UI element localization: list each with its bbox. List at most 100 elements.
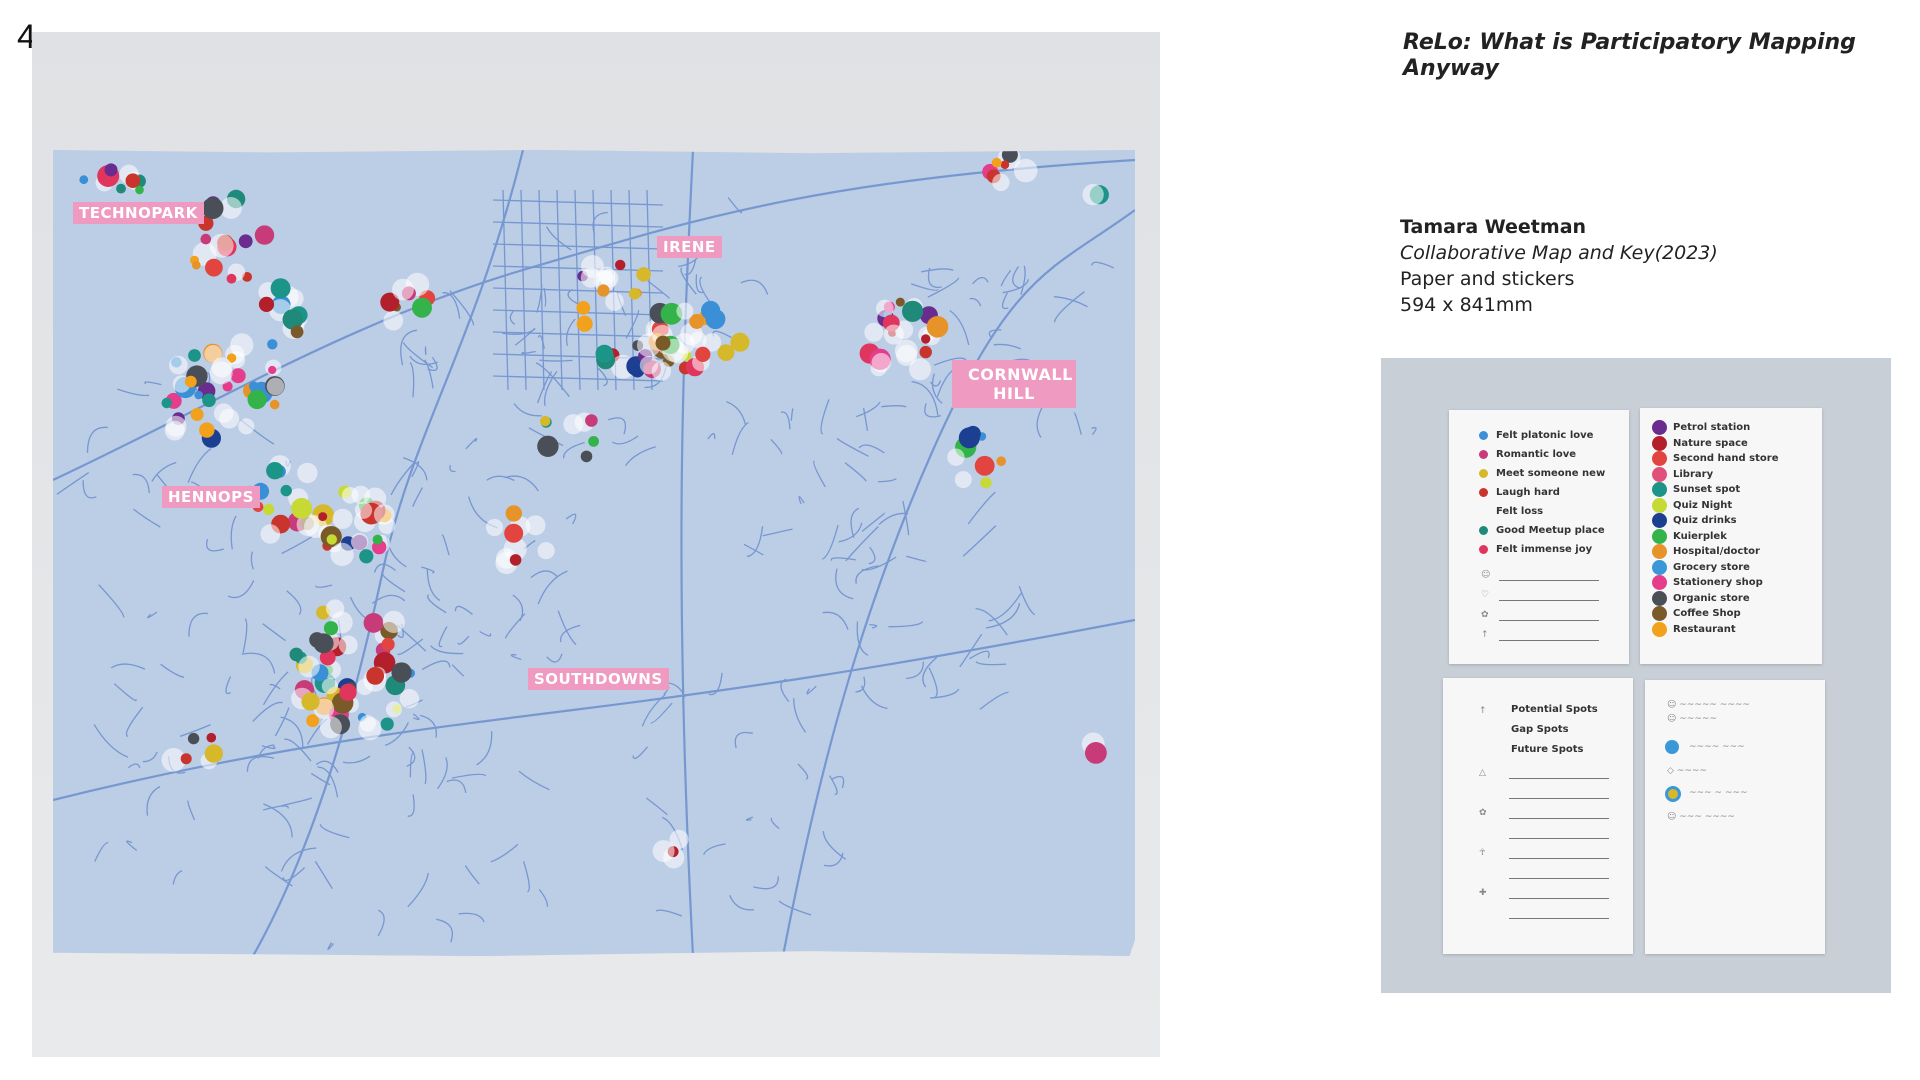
key-item: Library — [1652, 466, 1713, 482]
map-sticker — [695, 346, 711, 362]
map-sticker — [381, 637, 395, 651]
key-sheet-handwritten: ☺ ~~~~~ ~~~~ ☺ ~~~~~ ~~~~ ~~~ ◇ ~~~~ ~~~… — [1645, 680, 1825, 954]
map-sticker — [585, 414, 598, 427]
handwritten-key-ring — [1665, 786, 1681, 802]
map-photo: TECHNOPARK IRENE HENNOPS SOUTHDOWNS CORN… — [32, 32, 1160, 1057]
map-sticker — [298, 655, 320, 678]
map-sticker — [921, 334, 931, 344]
key-sheet-places: Petrol station Nature space Second hand st… — [1640, 408, 1822, 664]
key-item: Stationery shop — [1652, 575, 1763, 590]
map-sticker — [165, 415, 187, 437]
key-item-label: Felt immense joy — [1496, 544, 1593, 555]
map-sticker — [412, 297, 432, 318]
map-sticker — [717, 344, 735, 361]
map-sticker — [325, 599, 345, 618]
map-sticker — [576, 301, 591, 315]
key-sheet-spots: Potential Spots Gap Spots Future Spots ↑ △… — [1443, 678, 1633, 954]
key-item-label: Organic store — [1673, 592, 1750, 604]
map-sticker — [249, 381, 259, 391]
key-item-label: Stationery shop — [1673, 577, 1763, 588]
map-sticker — [372, 534, 383, 545]
map-sticker — [504, 523, 524, 543]
map-sticker — [537, 435, 559, 457]
map-sticker — [268, 365, 277, 375]
map-sticker — [263, 503, 275, 515]
map-sticker — [486, 518, 504, 537]
key-color-dot — [1479, 431, 1488, 440]
map-sticker — [301, 692, 320, 711]
key-item: Restaurant — [1652, 621, 1736, 637]
map-sticker — [1000, 160, 1010, 169]
key-color-dot — [1652, 606, 1667, 621]
map-sticker — [505, 505, 522, 522]
key-color-dot — [1479, 526, 1488, 535]
key-item: Coffee Shop — [1652, 606, 1741, 621]
map-sticker — [247, 389, 267, 410]
document-title: ReLo: What is Participatory Mapping Anyw… — [1403, 30, 1856, 81]
map-sticker — [260, 524, 281, 544]
key-item: Sunset spot — [1652, 482, 1740, 497]
key-color-dot — [1652, 420, 1667, 435]
key-color-dot — [1652, 528, 1667, 544]
map-sticker — [323, 621, 339, 636]
map-sticker — [266, 377, 285, 396]
key-item-label: Coffee Shop — [1673, 608, 1741, 619]
map-sticker — [202, 393, 216, 408]
key-color-dot — [1652, 466, 1667, 482]
key-item: Felt immense joy — [1479, 544, 1592, 555]
key-item-label: Laugh hard — [1496, 487, 1560, 498]
spots-label: Potential Spots — [1511, 704, 1598, 715]
map-sticker — [116, 183, 126, 194]
key-item: Felt loss — [1479, 506, 1543, 517]
map-sticker — [238, 418, 255, 435]
artwork-dimensions: 594 x 841mm — [1400, 294, 1533, 316]
spots-label: Future Spots — [1511, 744, 1584, 755]
spots-label: Gap Spots — [1511, 724, 1569, 735]
map-sticker — [192, 260, 201, 270]
key-sheet-emotions: Felt platonic love Romantic love Meet some… — [1449, 410, 1629, 664]
map-sticker — [628, 288, 641, 300]
map-sticker — [1085, 742, 1107, 764]
map-sticker — [974, 455, 995, 476]
map-sticker — [180, 753, 192, 765]
map-sticker — [902, 300, 924, 322]
key-photo: Felt platonic love Romantic love Meet some… — [1381, 358, 1891, 993]
key-color-dot — [1652, 575, 1667, 590]
key-item-label: Felt loss — [1496, 506, 1544, 517]
map-sticker — [219, 408, 240, 429]
key-color-dot — [1479, 507, 1488, 516]
key-item-label: Nature space — [1673, 437, 1748, 449]
map-label-cornwall-hill: CORNWALL HILL — [952, 360, 1076, 409]
map-sticker — [588, 436, 599, 447]
map-sticker — [947, 448, 965, 466]
key-item-label: Grocery store — [1673, 561, 1750, 573]
map-sticker — [883, 324, 904, 345]
map-sticker — [509, 554, 522, 566]
map-label-hennops: HENNOPS — [162, 486, 260, 508]
key-item-label: Kuierplek — [1673, 530, 1727, 542]
map-sticker — [537, 542, 555, 560]
map-sticker — [540, 415, 551, 427]
key-item: Felt platonic love — [1479, 430, 1593, 441]
key-color-dot — [1652, 559, 1667, 575]
map-sticker — [258, 296, 275, 312]
map-sticker — [79, 175, 89, 185]
key-color-dot — [1479, 450, 1488, 459]
key-color-dot — [1479, 488, 1488, 497]
map-label-irene: IRENE — [657, 236, 722, 258]
map-sticker — [201, 197, 224, 220]
map-sticker — [525, 515, 546, 536]
map-sticker — [266, 462, 284, 480]
map-sticker — [267, 339, 278, 350]
artwork-medium: Paper and stickers — [1400, 268, 1575, 290]
map-sticker — [230, 368, 246, 384]
map-sticker — [926, 316, 949, 338]
map-sticker — [297, 462, 318, 484]
key-color-dot — [1479, 469, 1488, 478]
key-item-label: Petrol station — [1673, 422, 1751, 433]
map-sticker — [319, 716, 342, 739]
key-item-label: Quiz Night — [1673, 499, 1733, 511]
map-sticker — [676, 302, 694, 320]
map-sticker — [992, 173, 1010, 192]
collaborative-map: TECHNOPARK IRENE HENNOPS SOUTHDOWNS CORN… — [53, 150, 1135, 956]
